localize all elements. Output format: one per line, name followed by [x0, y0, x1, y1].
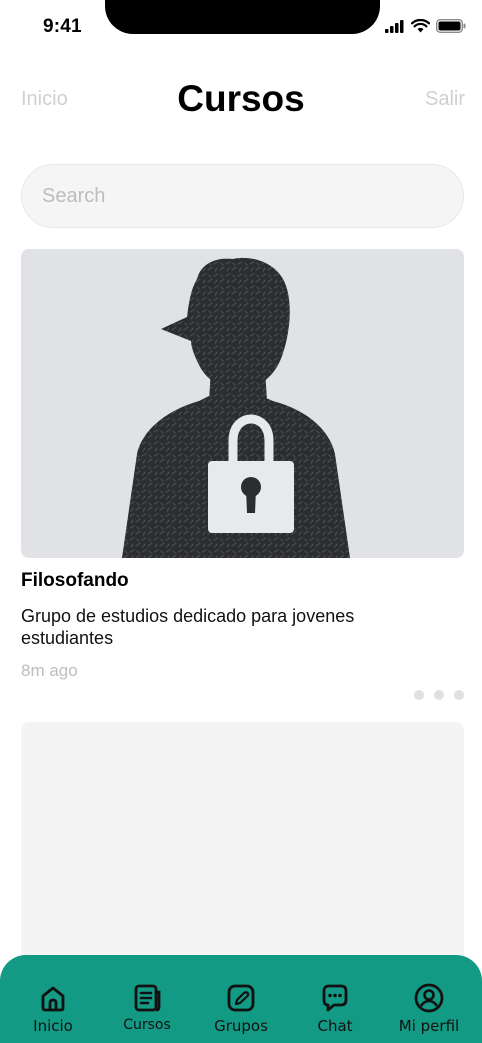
tab-chat[interactable]: Chat [288, 955, 382, 1043]
status-icons [385, 19, 466, 33]
edit-icon [227, 984, 255, 1012]
tab-inicio[interactable]: Inicio [6, 955, 100, 1043]
carousel-indicator[interactable] [414, 690, 464, 700]
tab-label: Chat [317, 1017, 353, 1035]
tab-label: Inicio [33, 1017, 73, 1035]
tab-grupos[interactable]: Grupos [194, 955, 288, 1043]
header: Inicio Cursos Salir [0, 72, 482, 126]
locked-person-illustration [122, 257, 350, 558]
tab-label: Grupos [214, 1017, 268, 1035]
tab-cursos[interactable]: Cursos [100, 955, 194, 1043]
profile-icon [414, 983, 444, 1013]
search-input[interactable] [22, 165, 463, 227]
status-bar: 9:41 [0, 0, 482, 54]
chat-icon [322, 984, 348, 1012]
page-title: Cursos [177, 78, 305, 119]
salir-link[interactable]: Salir [425, 88, 465, 111]
course-description: Grupo de estudios dedicado para jovenes … [21, 606, 355, 648]
course-card-image[interactable] [21, 249, 464, 558]
home-icon [41, 986, 65, 1012]
tab-mi-perfil[interactable]: Mi perfil [382, 955, 476, 1043]
tab-label: Mi perfil [398, 1017, 460, 1035]
status-time: 9:41 [43, 16, 82, 37]
device-notch [105, 0, 380, 34]
carousel-dot[interactable] [434, 690, 444, 700]
document-icon [134, 984, 161, 1012]
carousel-dot[interactable] [454, 690, 464, 700]
battery-icon [436, 19, 466, 33]
tab-bar: Inicio Cursos Grupos Chat Mi perfil [0, 955, 482, 1043]
search-bar [21, 164, 464, 228]
carousel-dot[interactable] [414, 690, 424, 700]
course-timestamp: 8m ago [21, 661, 78, 680]
tab-label: Cursos [123, 1017, 171, 1033]
cellular-signal-icon [385, 19, 404, 33]
wifi-icon [411, 19, 430, 33]
course-title[interactable]: Filosofando [21, 570, 129, 592]
course-card-placeholder[interactable] [21, 722, 464, 982]
